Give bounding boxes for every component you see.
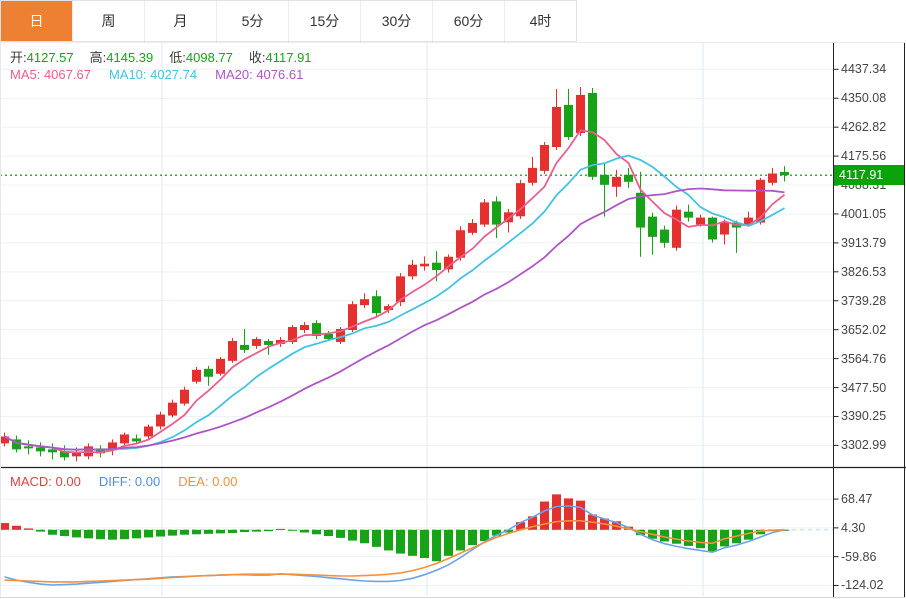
widget-left-border — [0, 0, 1, 599]
y-axis-label: 4437.34 — [841, 62, 886, 76]
axis-frame — [0, 43, 906, 598]
y-axis-label: 3390.25 — [841, 409, 886, 423]
high-value: 4145.39 — [106, 50, 153, 65]
tab-month[interactable]: 月 — [145, 1, 217, 41]
y-axis-label: -59.86 — [841, 550, 876, 564]
y-axis-label: 3302.99 — [841, 438, 886, 452]
ma-lines — [5, 130, 785, 452]
ma-legend: MA5: 4067.67 MA10: 4027.74 MA20: 4076.61 — [10, 67, 321, 82]
y-axis-label: 3913.79 — [841, 236, 886, 250]
y-axis-label: 3564.76 — [841, 352, 886, 366]
y-axis-label: 3477.50 — [841, 381, 886, 395]
ma-legend-item: MA5: 4067.67 — [10, 67, 91, 82]
tab-bar: 日周月5分15分30分60分4时 — [0, 0, 577, 42]
y-axis-label: 3652.02 — [841, 323, 886, 337]
quote-row: 开:4127.57 高:4145.39 低:4098.77 收:4117.91 — [10, 47, 328, 66]
low-value: 4098.77 — [186, 50, 233, 65]
open-label: 开: — [10, 50, 27, 65]
y-axis-label: 4350.08 — [841, 91, 886, 105]
y-axis-label: 3739.28 — [841, 294, 886, 308]
high-label: 高: — [90, 50, 107, 65]
tab-day[interactable]: 日 — [1, 1, 73, 41]
kline-chart[interactable] — [0, 0, 906, 599]
ma-legend-item: MA20: 4076.61 — [215, 67, 303, 82]
gridlines — [0, 43, 833, 597]
current-price-badge: 4117.91 — [834, 165, 904, 185]
tabbar-bottom-border — [0, 42, 906, 43]
y-axis-label: 4001.05 — [841, 207, 886, 221]
tab-5min[interactable]: 5分 — [217, 1, 289, 41]
y-axis-label: 4175.56 — [841, 149, 886, 163]
y-axis-label: 4262.82 — [841, 120, 886, 134]
tab-15min[interactable]: 15分 — [289, 1, 361, 41]
macd-lines — [5, 506, 785, 585]
tab-60min[interactable]: 60分 — [433, 1, 505, 41]
ma10-line — [5, 156, 785, 450]
macd-legend-item: DEA: 0.00 — [178, 474, 237, 489]
ma-legend-item: MA10: 4027.74 — [109, 67, 197, 82]
y-axis-label: -124.02 — [841, 578, 883, 592]
low-label: 低: — [169, 50, 186, 65]
y-axis-label: 4.30 — [841, 521, 865, 535]
close-label: 收: — [249, 50, 266, 65]
macd-legend-item: DIFF: 0.00 — [99, 474, 160, 489]
open-value: 4127.57 — [27, 50, 74, 65]
macd-legend-item: MACD: 0.00 — [10, 474, 81, 489]
close-value: 4117.91 — [266, 50, 312, 65]
tab-4hour[interactable]: 4时 — [505, 1, 576, 41]
macd-legend: MACD: 0.00 DIFF: 0.00 DEA: 0.00 — [10, 474, 256, 489]
tab-30min[interactable]: 30分 — [361, 1, 433, 41]
tab-week[interactable]: 周 — [73, 1, 145, 41]
y-axis-label: 68.47 — [841, 492, 872, 506]
y-axis-label: 3826.53 — [841, 265, 886, 279]
candles — [0, 87, 789, 461]
